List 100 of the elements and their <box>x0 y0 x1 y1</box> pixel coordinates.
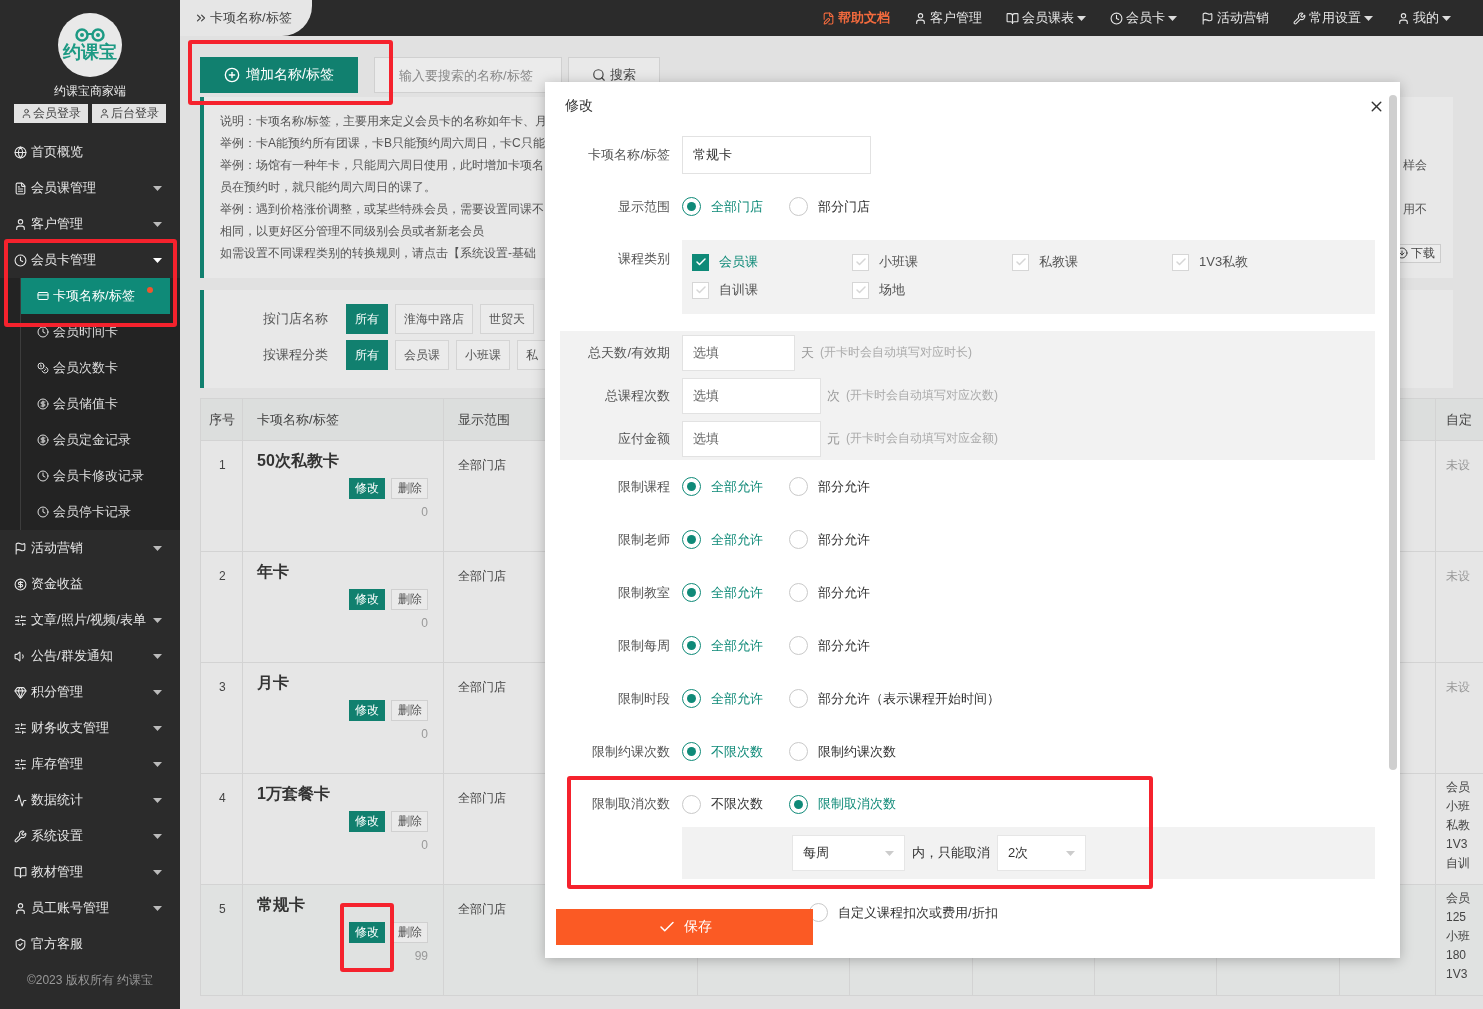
cell-text: 未设 <box>1446 568 1470 585</box>
delete-button[interactable]: 删除 <box>391 478 428 499</box>
sidebar-item[interactable]: 官方客服 <box>0 926 180 962</box>
radio-option[interactable]: 部分允许（表示课程开始时间） <box>789 689 1000 708</box>
nav-link[interactable]: 我的 <box>1397 9 1451 27</box>
cell-text: 3 <box>219 679 226 696</box>
radio-option[interactable]: 全部允许 <box>682 477 789 496</box>
sidebar-item[interactable]: 公告/群发通知 <box>0 638 180 674</box>
nav-link[interactable]: 常用设置 <box>1293 9 1373 27</box>
field-label: 限制课程 <box>617 477 670 496</box>
sidebar-item[interactable]: 数据统计 <box>0 782 180 818</box>
submenu-item[interactable]: 会员储值卡 <box>21 386 170 422</box>
nav-link[interactable]: 帮助文档 <box>822 9 890 27</box>
submenu-item[interactable]: 会员次数卡 <box>21 350 170 386</box>
filter-option[interactable]: 世贸天 <box>480 304 534 334</box>
radio-option[interactable]: 全部允许 <box>682 530 789 549</box>
submenu-item[interactable]: 会员停卡记录 <box>21 494 170 530</box>
sidebar-item[interactable]: 员工账号管理 <box>0 890 180 926</box>
sidebar-item[interactable]: 资金收益 <box>0 566 180 602</box>
submenu-item[interactable]: 会员卡修改记录 <box>21 458 170 494</box>
submenu-item[interactable]: 会员定金记录 <box>21 422 170 458</box>
sidebar-item[interactable]: 系统设置 <box>0 818 180 854</box>
checkbox-option[interactable]: 场地 <box>852 276 1012 304</box>
filter-option[interactable]: 所有 <box>346 340 388 370</box>
breadcrumb-tab[interactable]: 卡项名称/标签 <box>180 0 312 36</box>
add-button[interactable]: 增加名称/标签 <box>200 57 358 93</box>
coin-icon <box>14 577 27 591</box>
card-name: 月卡 <box>257 673 290 693</box>
sidebar-item[interactable]: 文章/照片/视频/表单 <box>0 602 180 638</box>
edit-button[interactable]: 修改 <box>349 811 385 832</box>
radio-option[interactable]: 限制取消次数 <box>789 794 896 814</box>
count-select[interactable]: 2次 <box>997 835 1086 871</box>
delete-button[interactable]: 删除 <box>391 589 428 610</box>
hint-text: (开卡时会自动填写对应金额) <box>846 430 998 447</box>
caret-icon <box>1066 850 1075 856</box>
filter-option[interactable]: 所有 <box>346 304 388 334</box>
sidebar-item[interactable]: 客户管理 <box>0 206 180 242</box>
sidebar-item[interactable]: 首页概览 <box>0 134 180 170</box>
field-label: 总天数/有效期 <box>587 343 670 362</box>
edit-button[interactable]: 修改 <box>349 700 385 721</box>
sidebar-item[interactable]: 积分管理 <box>0 674 180 710</box>
radio-option[interactable]: 不限次数 <box>682 742 789 761</box>
checkbox-option[interactable]: 私教课 <box>1012 248 1172 276</box>
submenu-item[interactable]: 卡项名称/标签 <box>21 278 170 314</box>
sidebar-item[interactable]: 会员课管理 <box>0 170 180 206</box>
radio-option[interactable]: 不限次数 <box>682 794 789 814</box>
edit-button[interactable]: 修改 <box>349 478 385 499</box>
sidebar-item[interactable]: 财务收支管理 <box>0 710 180 746</box>
delete-button[interactable]: 删除 <box>391 811 428 832</box>
login-button[interactable]: 后台登录 <box>92 104 166 123</box>
delete-button[interactable]: 删除 <box>391 700 428 721</box>
sidebar-item[interactable]: 教材管理 <box>0 854 180 890</box>
note-text: 举例：遇到价格涨价调整，或某些特殊会员，需要设置同课不 <box>220 200 544 218</box>
checkbox-option[interactable]: 1V3私教 <box>1172 248 1332 276</box>
note-text: 举例：卡A能预约所有团课，卡B只能预约周六周日，卡C只能 <box>220 134 545 152</box>
radio-option[interactable]: 全部允许 <box>682 636 789 655</box>
radio-option[interactable]: 全部门店 <box>682 197 789 216</box>
filter-option[interactable]: 私 <box>517 340 547 370</box>
checkbox-option[interactable]: 自训课 <box>692 276 852 304</box>
login-button[interactable]: 会员登录 <box>14 104 88 123</box>
radio-option[interactable]: 全部允许 <box>682 583 789 602</box>
input-field[interactable]: 常规卡 <box>682 136 871 174</box>
nav-link[interactable]: 客户管理 <box>914 9 982 27</box>
radio-option[interactable]: 部分允许 <box>789 530 896 549</box>
sidebar-item[interactable]: 会员卡管理 <box>0 242 180 278</box>
filter-label: 按门店名称 <box>263 310 329 328</box>
check-icon <box>694 256 707 268</box>
sliders-icon <box>14 721 27 735</box>
filter-option[interactable]: 淮海中路店 <box>395 304 473 334</box>
chevrons-icon <box>194 11 208 25</box>
filter-option[interactable]: 会员课 <box>395 340 449 370</box>
period-select[interactable]: 每周 <box>792 835 905 871</box>
nav-link[interactable]: 会员课表 <box>1006 9 1086 27</box>
radio-option[interactable]: 部分允许 <box>789 477 896 496</box>
input-field[interactable]: 选填 <box>682 377 821 414</box>
cell-text: 未设 <box>1446 457 1470 474</box>
radio-option[interactable]: 全部允许 <box>682 689 789 708</box>
check-icon <box>1174 256 1187 268</box>
sidebar-item[interactable]: 库存管理 <box>0 746 180 782</box>
caret-icon <box>1442 15 1451 21</box>
input-field[interactable]: 选填 <box>682 334 795 371</box>
radio-option[interactable]: 部分允许 <box>789 636 896 655</box>
scrollbar-thumb[interactable] <box>1389 95 1397 770</box>
nav-link[interactable]: 会员卡 <box>1110 9 1177 27</box>
note-text: 举例：场馆有一种年卡，只能周六周日使用，此时增加卡项名 <box>220 156 544 174</box>
checkbox-option[interactable]: 会员课 <box>692 248 852 276</box>
edit-button[interactable]: 修改 <box>349 589 385 610</box>
input-field[interactable]: 选填 <box>682 420 821 457</box>
plus-icon <box>224 67 241 83</box>
checkbox-option[interactable]: 小班课 <box>852 248 1012 276</box>
sidebar-item[interactable]: 活动营销 <box>0 530 180 566</box>
search-field[interactable]: 输入要搜索的名称/标签 <box>374 57 562 93</box>
card-name: 年卡 <box>257 562 290 582</box>
edit-button[interactable]: 修改 <box>349 922 385 943</box>
dialog-title: 修改 <box>565 97 593 115</box>
radio-option[interactable]: 部分允许 <box>789 583 896 602</box>
nav-link[interactable]: 活动营销 <box>1201 9 1269 27</box>
filter-option[interactable]: 小班课 <box>456 340 510 370</box>
radio-option[interactable]: 限制约课次数 <box>789 742 896 761</box>
radio-option[interactable]: 部分门店 <box>789 197 896 216</box>
